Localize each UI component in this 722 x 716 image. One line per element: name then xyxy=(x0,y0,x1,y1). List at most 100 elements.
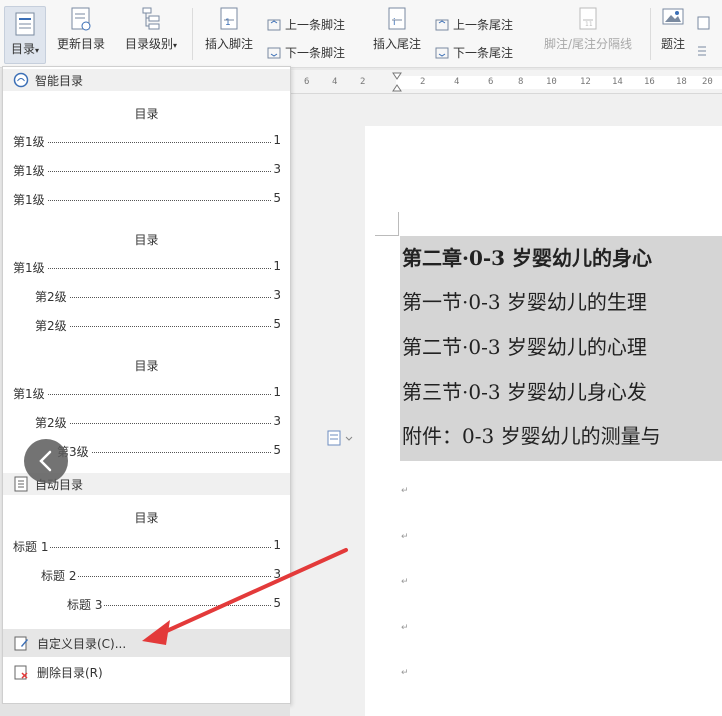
toc-preview-row: 第2级 5 xyxy=(35,317,281,334)
toc-preview-row: 第1级 1 xyxy=(13,259,281,276)
ribbon-more-button-2[interactable] xyxy=(696,44,712,58)
prev-footnote-button[interactable]: 上一条脚注 xyxy=(266,16,345,33)
next-footnote-label: 下一条脚注 xyxy=(285,46,346,60)
update-toc-label: 更新目录 xyxy=(56,37,105,51)
horizontal-ruler[interactable]: 6 4 2 2 4 6 8 10 12 14 16 18 20 xyxy=(290,70,722,94)
toc-preview-row: 标题 23 xyxy=(41,567,281,584)
ruler-tick: 6 xyxy=(304,77,310,87)
ruler-tick: 12 xyxy=(580,77,591,87)
ruler-tick: 14 xyxy=(612,77,623,87)
toc-dropdown-menu: 智能目录 目录 第1级 1 第1级 3 第1级 5 目录 第1级 1 第2级 3 第2级 5… xyxy=(2,66,291,704)
toc-line[interactable]: 第一节·0-3 岁婴幼儿的生理 xyxy=(402,286,647,315)
caption-button[interactable]: 题注 xyxy=(656,6,690,52)
paragraph-mark: ↵ xyxy=(401,668,409,678)
prev-footnote-label: 上一条脚注 xyxy=(285,18,346,32)
prev-endnote-button[interactable]: 上一条尾注 xyxy=(434,16,513,33)
custom-toc-icon xyxy=(14,636,28,651)
toc-style-title: 目录 xyxy=(134,233,159,247)
toc-preview-row: 第3级 5 xyxy=(57,443,281,460)
chevron-left-icon xyxy=(39,450,52,472)
ruler-tick: 4 xyxy=(454,77,460,87)
ruler-tick: 6 xyxy=(488,77,494,87)
toc-preview-row: 标题 35 xyxy=(67,596,281,613)
next-endnote-button[interactable]: 下一条尾注 xyxy=(434,44,513,61)
toc-style-title: 目录 xyxy=(134,511,159,525)
ruler-tick: 10 xyxy=(546,77,557,87)
ruler-tick: 16 xyxy=(644,77,655,87)
insert-footnote-label: 插入脚注 xyxy=(204,37,253,51)
floating-back-button[interactable] xyxy=(24,439,68,483)
paragraph-mark: ↵ xyxy=(401,532,409,542)
ribbon-separator xyxy=(192,8,193,60)
page-corner-mark xyxy=(375,235,399,236)
toc-level-button[interactable]: 目录级别▾ xyxy=(116,6,186,52)
toc-preview-row: 标题 11 xyxy=(13,538,281,555)
prev-footnote-icon xyxy=(267,19,281,30)
ribbon-more-button-1[interactable] xyxy=(696,16,712,30)
note-separator-icon: 11 xyxy=(579,7,597,30)
ruler-tick: 20 xyxy=(702,77,713,87)
toc-preview-row: 第1级 3 xyxy=(13,162,281,179)
ruler-tick: 8 xyxy=(518,77,524,87)
ruler-tick: 2 xyxy=(360,77,366,87)
svg-text:11: 11 xyxy=(585,21,593,28)
insert-endnote-icon: i xyxy=(388,7,406,30)
toc-preview-row: 第2级 3 xyxy=(35,414,281,431)
note-separator-button[interactable]: 11 脚注/尾注分隔线 xyxy=(534,6,642,52)
toc-float-icon[interactable] xyxy=(326,430,356,446)
toc-button[interactable]: 目录▾ xyxy=(4,6,46,64)
ribbon: 目录▾ 更新目录 目录级别▾ 1 插入脚注 上一条脚注 下一条脚注 i 插入尾注… xyxy=(0,0,722,68)
insert-endnote-label: 插入尾注 xyxy=(372,37,421,51)
ruler-tick: 2 xyxy=(420,77,426,87)
toc-style-title: 目录 xyxy=(134,107,159,121)
smart-toc-icon xyxy=(13,72,29,88)
toc-preview-row: 第1级 1 xyxy=(13,133,281,150)
auto-toc-icon xyxy=(14,476,28,492)
toc-line[interactable]: 第二章·0-3 岁婴幼儿的身心 xyxy=(402,242,652,271)
selected-toc-text[interactable]: 第二章·0-3 岁婴幼儿的身心 第一节·0-3 岁婴幼儿的生理 第二节·0-3 … xyxy=(400,236,722,461)
delete-toc-label: 删除目录(R) xyxy=(37,665,103,680)
caption-label: 题注 xyxy=(660,37,685,51)
toc-button-label: 目录 xyxy=(10,42,35,56)
ribbon-separator xyxy=(650,8,651,60)
insert-endnote-button[interactable]: i 插入尾注 xyxy=(366,6,428,52)
paragraph-mark: ↵ xyxy=(401,486,409,496)
page-corner-mark xyxy=(398,212,399,236)
toc-preview-row: 第1级 1 xyxy=(13,385,281,402)
ruler-tick: 4 xyxy=(332,77,338,87)
update-toc-icon xyxy=(71,7,91,31)
toc-icon xyxy=(15,12,35,36)
smart-toc-header: 智能目录 xyxy=(3,69,290,91)
caption-icon xyxy=(662,8,684,25)
paragraph-mark: ↵ xyxy=(401,623,409,633)
toc-line[interactable]: 附件：0-3 岁婴幼儿的测量与 xyxy=(402,420,661,449)
toc-dropdown-arrow: ▾ xyxy=(35,46,40,55)
ruler-tick: 18 xyxy=(676,77,687,87)
delete-toc-menu-item[interactable]: 删除目录(R) xyxy=(3,658,290,686)
toc-line[interactable]: 第三节·0-3 岁婴幼儿身心发 xyxy=(402,376,647,405)
next-endnote-icon xyxy=(435,47,449,58)
toc-level-label: 目录级别 xyxy=(124,37,173,51)
insert-footnote-button[interactable]: 1 插入脚注 xyxy=(198,6,260,52)
cross-reference-icon xyxy=(698,46,706,56)
custom-toc-label: 自定义目录(C)... xyxy=(37,636,127,651)
smart-toc-label: 智能目录 xyxy=(35,73,84,88)
toc-preview-row: 第1级 5 xyxy=(13,191,281,208)
ruler-text-area xyxy=(396,76,722,89)
toc-preview-row: 第2级 3 xyxy=(35,288,281,305)
document-icon xyxy=(697,16,710,30)
toc-line[interactable]: 第二节·0-3 岁婴幼儿的心理 xyxy=(402,331,647,360)
toc-level-arrow: ▾ xyxy=(173,41,178,50)
note-separator-label: 脚注/尾注分隔线 xyxy=(543,37,633,51)
indent-marker-icon[interactable] xyxy=(392,72,402,92)
update-toc-button[interactable]: 更新目录 xyxy=(52,6,110,52)
next-footnote-button[interactable]: 下一条脚注 xyxy=(266,44,345,61)
prev-endnote-label: 上一条尾注 xyxy=(453,18,514,32)
next-endnote-label: 下一条尾注 xyxy=(453,46,514,60)
insert-footnote-icon: 1 xyxy=(220,7,238,30)
paragraph-mark: ↵ xyxy=(401,577,409,587)
prev-endnote-icon xyxy=(435,19,449,30)
next-footnote-icon xyxy=(267,47,281,58)
custom-toc-menu-item[interactable]: 自定义目录(C)... xyxy=(3,629,290,657)
horizontal-scrollbar[interactable] xyxy=(0,704,290,716)
